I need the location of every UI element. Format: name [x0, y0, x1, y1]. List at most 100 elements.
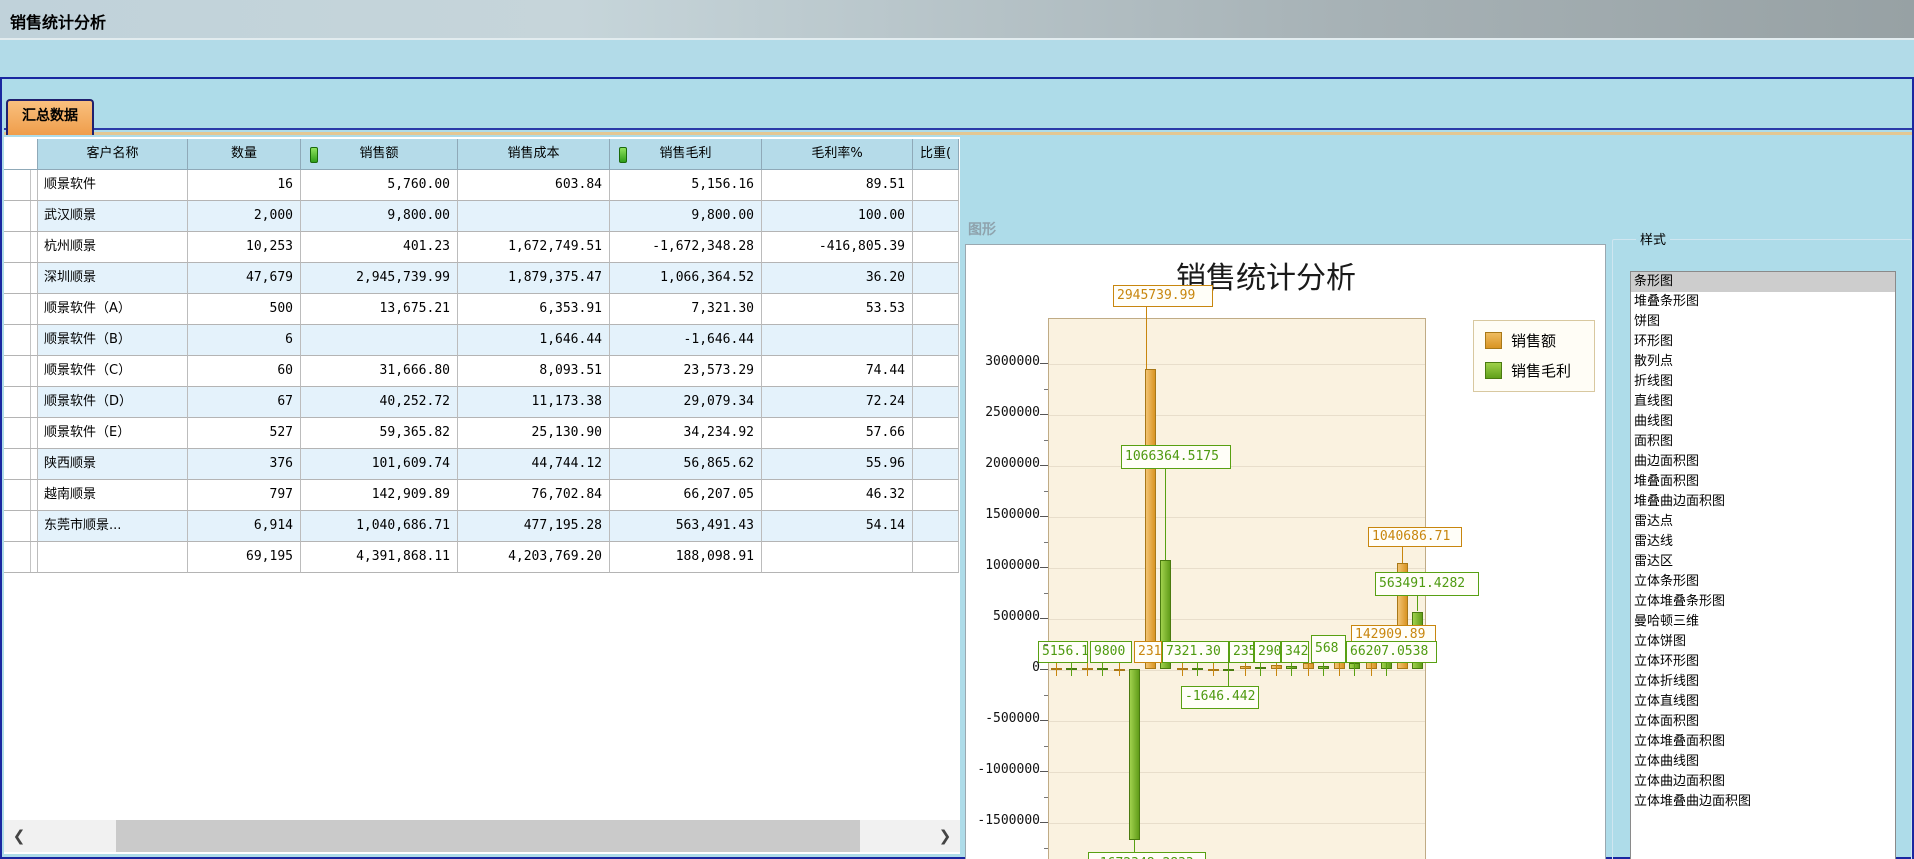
annotation-stem: [1071, 663, 1072, 676]
annotation-stem: [1102, 663, 1103, 676]
table-row-cell: 500: [188, 294, 301, 325]
table-row-cell: 顺景软件（A）: [38, 294, 188, 325]
style-option[interactable]: 雷达点: [1631, 512, 1895, 532]
row-header[interactable]: [4, 325, 38, 356]
table-row-cell: [762, 325, 913, 356]
style-option[interactable]: 立体条形图: [1631, 572, 1895, 592]
style-option[interactable]: 曲线图: [1631, 412, 1895, 432]
scrollbar-thumb[interactable]: [116, 820, 860, 852]
gridline: [1049, 772, 1425, 773]
style-option[interactable]: 堆叠面积图: [1631, 472, 1895, 492]
column-header-profit[interactable]: 销售毛利: [610, 139, 762, 170]
chart-style-listbox[interactable]: 条形图堆叠条形图饼图环形图散列点折线图直线图曲线图面积图曲边面积图堆叠面积图堆叠…: [1630, 271, 1896, 859]
style-option[interactable]: 立体环形图: [1631, 652, 1895, 672]
style-option[interactable]: 折线图: [1631, 372, 1895, 392]
style-option[interactable]: 雷达线: [1631, 532, 1895, 552]
y-axis-minor-tick: [1044, 491, 1048, 492]
style-option[interactable]: 立体曲边面积图: [1631, 772, 1895, 792]
annotation-connector: [1165, 469, 1166, 560]
table-row-cell: [913, 232, 959, 263]
style-option[interactable]: 饼图: [1631, 312, 1895, 332]
column-header-name[interactable]: 客户名称: [38, 139, 188, 170]
main-content: 汇总数据 客户名称数量销售额销售成本销售毛利毛利率%比重(顺景软件165,760…: [0, 77, 1914, 859]
style-option[interactable]: 立体饼图: [1631, 632, 1895, 652]
style-option[interactable]: 曼哈顿三维: [1631, 612, 1895, 632]
legend-item-profit: 销售毛利: [1485, 360, 1594, 381]
row-header[interactable]: [4, 511, 38, 542]
row-header[interactable]: [4, 263, 38, 294]
chart-panel: 销售统计分析 142909.892945739.991066364.517510…: [965, 244, 1606, 859]
row-header[interactable]: [4, 480, 38, 511]
table-row-cell: 1,879,375.47: [458, 263, 610, 294]
style-option[interactable]: 堆叠条形图: [1631, 292, 1895, 312]
row-header[interactable]: [4, 356, 38, 387]
style-option[interactable]: 堆叠曲边面积图: [1631, 492, 1895, 512]
table-row-cell: 1,066,364.52: [610, 263, 762, 294]
style-option[interactable]: 立体堆叠面积图: [1631, 732, 1895, 752]
table-row-cell: 59,365.82: [301, 418, 458, 449]
table-row-cell: [913, 449, 959, 480]
style-option[interactable]: 散列点: [1631, 352, 1895, 372]
table-row-cell: 477,195.28: [458, 511, 610, 542]
annotation-stem: [1260, 663, 1261, 676]
table-row-cell: 40,252.72: [301, 387, 458, 418]
table-row-cell: 2,000: [188, 201, 301, 232]
style-option[interactable]: 立体面积图: [1631, 712, 1895, 732]
style-option[interactable]: 立体曲线图: [1631, 752, 1895, 772]
chart-title: 销售统计分析: [966, 253, 1566, 297]
total-row-cell: [913, 542, 959, 573]
style-option[interactable]: 立体堆叠曲边面积图: [1631, 792, 1895, 812]
total-row-cell: [762, 542, 913, 573]
column-header-sales[interactable]: 销售额: [301, 139, 458, 170]
table-row-cell: 563,491.43: [610, 511, 762, 542]
column-header-weight[interactable]: 比重(: [913, 139, 959, 170]
row-header[interactable]: [4, 170, 38, 201]
style-option[interactable]: 雷达区: [1631, 552, 1895, 572]
annotation-stem: [1245, 663, 1246, 676]
table-row-cell: [913, 387, 959, 418]
style-option[interactable]: 立体直线图: [1631, 692, 1895, 712]
table-row-cell: 34,234.92: [610, 418, 762, 449]
row-header[interactable]: [4, 449, 38, 480]
table-row-cell: 89.51: [762, 170, 913, 201]
sort-indicator-icon: [619, 147, 627, 163]
column-header-margin[interactable]: 毛利率%: [762, 139, 913, 170]
table-row-cell: -1,646.44: [610, 325, 762, 356]
table-row-cell: 29,079.34: [610, 387, 762, 418]
y-axis-tick-label: 1000000: [970, 558, 1040, 573]
y-axis-tick-label: 3000000: [970, 354, 1040, 369]
table-row-cell: 顺景软件: [38, 170, 188, 201]
style-option[interactable]: 面积图: [1631, 432, 1895, 452]
style-option[interactable]: 立体堆叠条形图: [1631, 592, 1895, 612]
tab-summary-data[interactable]: 汇总数据: [6, 99, 94, 135]
table-row-cell: 杭州顺景: [38, 232, 188, 263]
table-row-cell: 67: [188, 387, 301, 418]
scroll-left-icon[interactable]: ❮: [6, 820, 32, 852]
style-option[interactable]: 曲边面积图: [1631, 452, 1895, 472]
style-option[interactable]: 条形图: [1631, 272, 1895, 292]
row-header[interactable]: [4, 418, 38, 449]
column-header-cost[interactable]: 销售成本: [458, 139, 610, 170]
row-header[interactable]: [4, 201, 38, 232]
row-header[interactable]: [4, 387, 38, 418]
bar-value-label: 1040686.71: [1368, 527, 1462, 547]
row-header[interactable]: [4, 294, 38, 325]
table-row-cell: 11,173.38: [458, 387, 610, 418]
table-row-cell: 6,914: [188, 511, 301, 542]
style-option[interactable]: 直线图: [1631, 392, 1895, 412]
style-option[interactable]: 环形图: [1631, 332, 1895, 352]
y-axis-tick-label: 2000000: [970, 456, 1040, 471]
horizontal-scrollbar[interactable]: ❮ ❯: [4, 820, 960, 852]
table-row-cell: 66,207.05: [610, 480, 762, 511]
table-row-cell: 31,666.80: [301, 356, 458, 387]
scroll-right-icon[interactable]: ❯: [932, 820, 958, 852]
bar-value-label: 568: [1311, 635, 1346, 663]
style-option[interactable]: 立体折线图: [1631, 672, 1895, 692]
column-header-qty[interactable]: 数量: [188, 139, 301, 170]
row-header[interactable]: [4, 542, 38, 573]
row-header[interactable]: [4, 232, 38, 263]
table-row-cell: 72.24: [762, 387, 913, 418]
table-row-cell: 顺景软件（B）: [38, 325, 188, 356]
annotation-stem: [1354, 663, 1355, 676]
gridline: [1049, 466, 1425, 467]
